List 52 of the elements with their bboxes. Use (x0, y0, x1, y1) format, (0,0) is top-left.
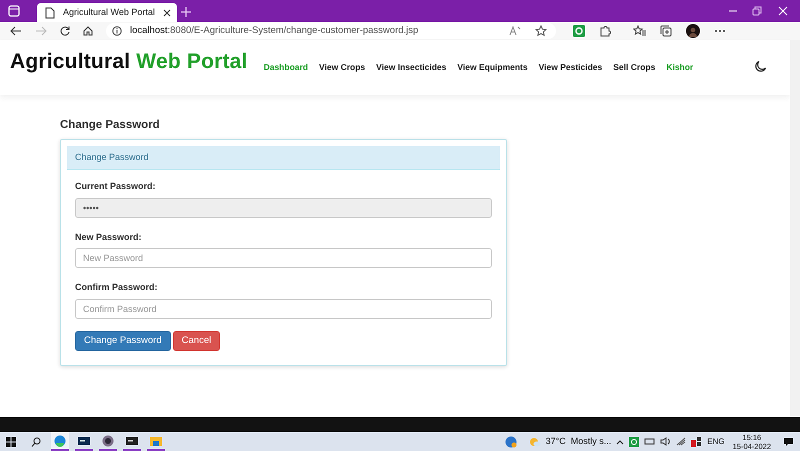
puzzle-icon[interactable] (599, 25, 611, 37)
close-icon[interactable] (162, 8, 171, 16)
avatar-icon[interactable] (686, 24, 700, 38)
password-field: ••••• (75, 198, 492, 218)
page-icon (45, 6, 55, 18)
panel-heading: Change Password (67, 146, 500, 170)
network-icon[interactable] (644, 437, 656, 446)
site-logo[interactable]: Agricultural Web Portal (10, 46, 248, 78)
password-field[interactable]: Confirm Password (75, 298, 492, 319)
favorite-add-icon[interactable] (535, 25, 547, 37)
extension-icon[interactable] (573, 25, 585, 37)
info-icon (112, 26, 122, 36)
restore-icon[interactable] (752, 6, 762, 16)
field-label: Confirm Password: (75, 281, 159, 294)
url-text: localhost:8080/E-Agriculture-System/change-customer-password.jsp (130, 24, 418, 38)
browser-tab[interactable]: Agricultural Web Portal (37, 3, 177, 22)
scrollbar[interactable] (790, 40, 800, 417)
help-icon[interactable] (504, 436, 517, 448)
search-icon[interactable] (31, 436, 41, 446)
refresh-icon[interactable] (60, 26, 70, 36)
nav-link[interactable]: View Pesticides (538, 61, 602, 74)
caret-icon[interactable] (616, 438, 624, 444)
read-aloud-icon[interactable] (509, 26, 521, 36)
moon-icon[interactable] (754, 60, 767, 73)
favorites-icon[interactable] (633, 25, 646, 37)
notification-icon[interactable] (783, 436, 794, 446)
weather-text: Mostly s... (570, 434, 612, 448)
tab-title: Agricultural Web Portal (63, 6, 155, 19)
nav-link[interactable]: View Insecticides (376, 61, 446, 74)
back-icon[interactable] (10, 26, 22, 36)
home-icon[interactable] (83, 26, 93, 36)
taskbar-app-icon[interactable] (51, 432, 69, 451)
nav-link[interactable]: View Equipments (457, 61, 528, 74)
address-bar[interactable]: localhost:8080/E-Agriculture-System/change-customer-password.jsp (106, 23, 556, 39)
temperature-text: 37°C (546, 434, 566, 448)
app-tray-icon[interactable] (691, 436, 702, 446)
page-title: Change Password (60, 118, 161, 133)
nav-link[interactable]: View Crops (319, 61, 366, 74)
language-indicator[interactable]: ENG (707, 436, 725, 448)
start-icon[interactable] (6, 436, 16, 446)
tab-actions-icon[interactable] (7, 4, 21, 18)
wifi-icon[interactable] (676, 437, 686, 446)
nav-link[interactable]: Sell Crops (613, 61, 656, 74)
collections-icon[interactable] (660, 25, 672, 37)
volume-icon[interactable] (660, 437, 672, 446)
field-label: New Password: (75, 230, 143, 244)
field-label: Current Password: (75, 180, 157, 194)
new-tab-icon[interactable] (180, 6, 192, 18)
change-password-button[interactable]: Change Password (75, 330, 171, 351)
more-icon[interactable] (714, 29, 726, 33)
cancel-button[interactable]: Cancel (172, 330, 220, 351)
password-field[interactable]: New Password (75, 248, 492, 268)
